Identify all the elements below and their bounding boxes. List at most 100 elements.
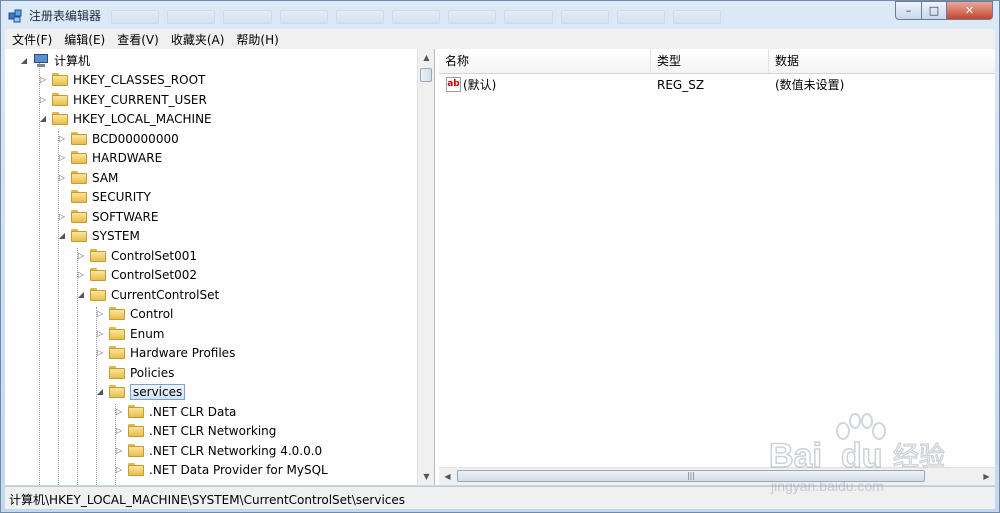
tree-node-label: .NET CLR Networking [149,423,277,438]
folder-icon [109,327,125,340]
collapse-arrow-icon[interactable]: ◢ [38,114,48,124]
folder-icon [128,463,144,476]
scroll-down-arrow-icon[interactable]: ▼ [418,468,434,485]
expand-arrow-icon[interactable]: ▷ [57,212,67,222]
scrollbar-thumb[interactable] [420,68,432,82]
registry-tree: ◢ 计算机 ▷ HKEY_CLASSES_ROOT ▷ HKEY_CURRENT… [5,49,435,485]
tree-node-label: HARDWARE [92,150,163,165]
expand-arrow-icon[interactable]: ▷ [57,173,67,183]
expand-arrow-icon[interactable]: ▷ [76,270,86,280]
folder-open-icon [109,385,125,398]
menu-edit[interactable]: 编辑(E) [59,31,110,48]
folder-icon [71,229,87,242]
tree-node-hklm[interactable]: ◢ HKEY_LOCAL_MACHINE [38,109,212,128]
tree-node-clr-networking-4[interactable]: ▷ .NET CLR Networking 4.0.0.0 [114,441,322,460]
folder-icon [109,307,125,320]
folder-icon [90,288,106,301]
expand-arrow-icon[interactable]: ▷ [114,407,124,417]
tree-node-policies[interactable]: Policies [95,363,174,382]
folder-icon [52,73,68,86]
folder-icon [52,112,68,125]
tree-node-system[interactable]: ◢ SYSTEM [57,226,140,245]
expand-arrow-icon[interactable]: ▷ [114,446,124,456]
maximize-button[interactable]: □ [921,1,947,20]
expand-arrow-icon[interactable]: ▷ [38,95,48,105]
tree-node-label: .NET CLR Networking 4.0.0.0 [149,443,323,458]
window-title: 注册表编辑器 [29,9,102,23]
tree-vertical-scrollbar[interactable]: ▲ ▼ [417,49,434,485]
tree-node-label: HKEY_CURRENT_USER [73,92,207,107]
expand-arrow-icon[interactable]: ▷ [76,251,86,261]
menu-help[interactable]: 帮助(H) [231,31,283,48]
tree-node-hkcu[interactable]: ▷ HKEY_CURRENT_USER [38,90,207,109]
tree-node-clr-networking[interactable]: ▷ .NET CLR Networking [114,421,276,440]
tree-node-control[interactable]: ▷ Control [95,304,173,323]
tree-node-label: .NET Data Provider for MySQL [149,462,328,477]
expand-arrow-icon[interactable]: ▷ [114,465,124,475]
tree-node-clr-data[interactable]: ▷ .NET CLR Data [114,402,236,421]
expand-arrow-icon[interactable]: ▷ [95,309,105,319]
tree-node-label: BCD00000000 [92,131,179,146]
column-header-name[interactable]: 名称 [439,49,651,73]
watermark-brand-2: du [841,437,883,475]
expand-arrow-icon[interactable]: ▷ [57,134,67,144]
tree-node-label: 计算机 [54,54,91,68]
minimize-button[interactable]: – [895,1,922,20]
collapse-arrow-icon[interactable]: ◢ [19,56,29,66]
tree-node-controlset002[interactable]: ▷ ControlSet002 [76,265,197,284]
list-row[interactable]: ab (默认) REG_SZ (数值未设置) [439,75,995,95]
folder-icon [90,268,106,281]
folder-icon [109,346,125,359]
expand-arrow-icon[interactable]: ▷ [95,329,105,339]
tree-node-computer[interactable]: ◢ 计算机 [19,51,90,70]
tree-node-security[interactable]: SECURITY [57,187,151,206]
menu-view[interactable]: 查看(V) [112,31,164,48]
regedit-icon [8,9,22,23]
tree-node-sam[interactable]: ▷ SAM [57,168,118,187]
collapse-arrow-icon[interactable]: ◢ [76,290,86,300]
close-button[interactable]: ✕ [946,1,993,20]
column-header-type[interactable]: 类型 [651,49,769,73]
string-value-icon: ab [446,77,461,92]
scroll-up-arrow-icon[interactable]: ▲ [418,49,434,66]
baidu-watermark-logo: Bai du 经验 jingyan.baidu.com [769,413,946,494]
column-header-data[interactable]: 数据 [769,49,995,73]
tree-node-label: CurrentControlSet [111,287,220,302]
tree-node-hardware[interactable]: ▷ HARDWARE [57,148,162,167]
folder-icon [71,171,87,184]
status-path: 计算机\HKEY_LOCAL_MACHINE\SYSTEM\CurrentCon… [9,493,406,507]
expand-arrow-icon[interactable]: ▷ [114,426,124,436]
tree-node-currentcontrolset[interactable]: ◢ CurrentControlSet [76,285,219,304]
folder-icon [128,444,144,457]
collapse-arrow-icon[interactable]: ◢ [57,231,67,241]
tree-node-services[interactable]: ◢ services [95,382,186,401]
computer-icon [33,53,49,68]
title-bar[interactable]: 注册表编辑器 – □ ✕ [1,1,999,29]
expand-arrow-icon[interactable]: ▷ [95,348,105,358]
menu-favorites[interactable]: 收藏夹(A) [166,31,230,48]
tree-node-software[interactable]: ▷ SOFTWARE [57,207,159,226]
tree-node-label: SAM [92,170,119,185]
collapse-arrow-icon[interactable]: ◢ [95,387,105,397]
folder-icon [52,93,68,106]
watermark-brand: Bai [769,437,822,475]
expand-arrow-icon[interactable]: ▷ [57,153,67,163]
expand-arrow-icon[interactable]: ▷ [38,75,48,85]
tree-node-hkcr[interactable]: ▷ HKEY_CLASSES_ROOT [38,70,205,89]
tree-node-bcd[interactable]: ▷ BCD00000000 [57,129,179,148]
scroll-left-arrow-icon[interactable]: ◀ [439,468,456,485]
tree-node-controlset001[interactable]: ▷ ControlSet001 [76,246,197,265]
tree-node-label: ControlSet002 [111,267,197,282]
folder-icon [71,210,87,223]
folder-icon [71,151,87,164]
menu-file[interactable]: 文件(F) [7,31,57,48]
folder-icon [128,405,144,418]
tree-node-label: SECURITY [92,189,151,204]
tree-node-hardware-profiles[interactable]: ▷ Hardware Profiles [95,343,235,362]
tree-node-mysql-provider[interactable]: ▷ .NET Data Provider for MySQL [114,460,328,479]
folder-icon [90,249,106,262]
tree-node-label: Policies [130,365,175,380]
tree-node-enum[interactable]: ▷ Enum [95,324,165,343]
